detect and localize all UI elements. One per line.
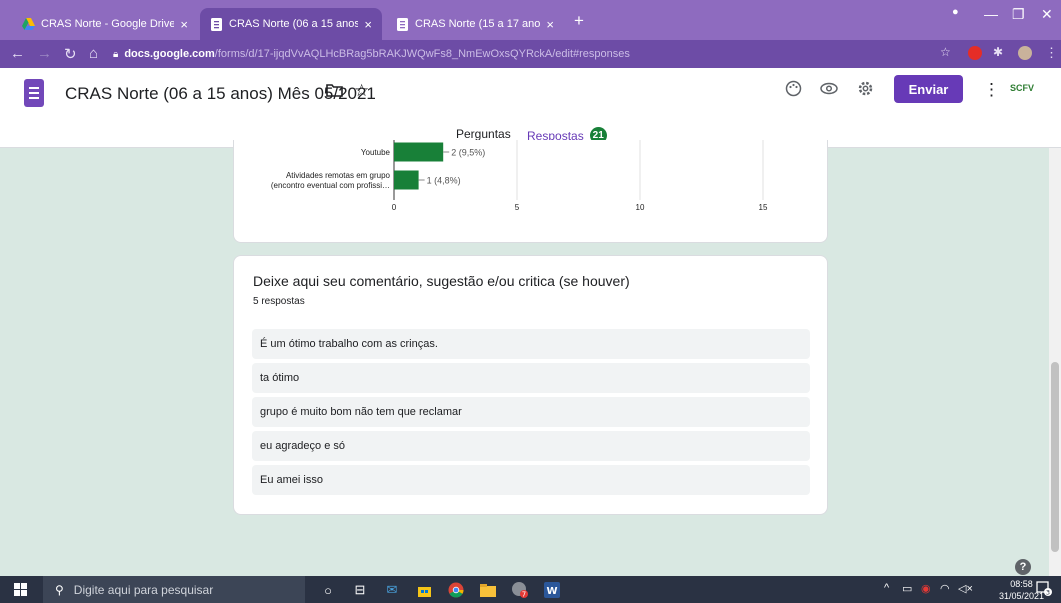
data-label: 1 (4,8%) [427,176,461,186]
address-bar: ← → ↻ ⌂ 🔒︎ docs.google.com /forms/d/17-i… [0,40,1061,68]
tab-cras-06-15[interactable]: CRAS Norte (06 a 15 anos) Mês 0 × [200,8,382,40]
category-label: Youtube [361,148,391,157]
extensions-puzzle-icon[interactable]: ✱ [993,45,1003,59]
response-item: Eu amei isso [252,465,810,495]
response-item: grupo é muito bom não tem que reclamar [252,397,810,427]
forms-header: CRAS Norte (06 a 15 anos) Mês 05/2021 ☆ … [0,68,1061,148]
new-tab-button[interactable]: + [574,11,584,31]
google-forms-icon [396,17,409,31]
send-button[interactable]: Enviar [894,75,963,103]
svg-text:3: 3 [1046,589,1050,597]
url-path: /forms/d/17-ijqdVvAQLHcBRag5bRAKJWQwFs8_… [214,48,630,60]
forward-icon: → [37,45,52,62]
close-icon[interactable]: × [180,17,188,32]
chrome-icon[interactable] [446,580,466,600]
more-options-icon[interactable]: ⋮ [983,80,1000,100]
taskbar-search-placeholder: Digite aqui para pesquisar [73,582,214,597]
mail-icon[interactable]: ✉ [382,580,402,600]
whatsapp-icon[interactable]: 7 [510,580,530,600]
profile-menu-icon[interactable]: ● [952,6,959,18]
x-tick-label: 0 [392,203,397,212]
chart-card: 2 (9,5%) Youtube 1 (4,8%) Atividades remota… [233,140,828,243]
tab-title: CRAS Norte (15 a 17 anos) Mês 0 [415,18,541,30]
page-scrollbar[interactable] [1049,148,1061,576]
response-item: ta ótimo [252,363,810,393]
google-drive-icon [22,18,35,31]
account-logo[interactable]: SCFV [1010,83,1034,93]
palette-icon[interactable] [785,80,802,102]
tab-perguntas[interactable]: Perguntas [456,127,511,141]
response-item: É um ótimo trabalho com as crinças. [252,329,810,359]
url-host: docs.google.com [124,48,215,60]
network-alert-icon[interactable]: ◉ [921,582,931,595]
help-icon[interactable]: ? [1015,559,1031,575]
preview-eye-icon[interactable] [820,80,838,102]
task-view-icon[interactable]: ⊟ [350,580,370,600]
restore-icon[interactable]: ❐ [1012,6,1025,23]
x-tick-label: 15 [759,203,768,212]
category-label: (encontro eventual com profissi… [271,181,390,190]
notification-center-icon[interactable]: 3 [1036,581,1052,600]
tab-title: CRAS Norte - Google Drive [41,18,175,30]
windows-taskbar: ⚲ Digite aqui para pesquisar ○ ⊟ ✉ 7 W ^… [0,576,1061,603]
data-label: 2 (9,5%) [451,148,485,158]
store-icon[interactable] [414,580,434,600]
windows-start-icon[interactable] [14,583,27,596]
cortana-icon[interactable]: ○ [318,580,338,600]
home-icon[interactable]: ⌂ [89,45,98,62]
profile-avatar-icon[interactable] [1018,46,1032,60]
svg-text:W: W [546,586,557,597]
tab-google-drive[interactable]: CRAS Norte - Google Drive × [12,8,198,40]
search-icon: ⚲ [55,582,64,597]
tab-cras-15-17[interactable]: CRAS Norte (15 a 17 anos) Mês 0 × [386,8,564,40]
google-forms-logo-icon[interactable] [24,79,44,107]
close-icon[interactable]: × [546,17,554,32]
bookmark-star-icon[interactable]: ☆ [940,45,951,59]
taskbar-search[interactable]: ⚲ Digite aqui para pesquisar [43,576,305,603]
show-hidden-icons[interactable]: ^ [884,582,889,594]
x-tick-label: 5 [515,203,520,212]
bar [394,142,444,162]
volume-muted-icon[interactable]: ◁× [958,582,973,595]
scroll-thumb[interactable] [1051,362,1059,552]
comment-question-card: Deixe aqui seu comentário, sugestão e/ou… [233,255,828,515]
wifi-icon[interactable]: ◠ [940,582,950,595]
word-icon[interactable]: W [542,580,562,600]
back-icon[interactable]: ← [10,45,25,62]
google-forms-icon [210,17,223,31]
battery-icon[interactable]: ▭ [902,582,912,595]
adblock-extension-icon[interactable] [968,46,982,60]
question-title: Deixe aqui seu comentário, sugestão e/ou… [253,273,630,289]
bar [394,170,419,190]
x-tick-label: 10 [636,203,645,212]
bar-chart: 2 (9,5%) Youtube 1 (4,8%) Atividades remota… [271,140,768,212]
minimize-icon[interactable]: — [984,6,998,22]
browser-menu-icon[interactable]: ⋮ [1045,45,1058,61]
svg-text:7: 7 [522,591,526,599]
window-close-icon[interactable]: ✕ [1041,6,1053,23]
settings-gear-icon[interactable] [857,80,874,102]
reload-icon[interactable]: ↻ [64,45,77,63]
folder-icon[interactable] [326,82,343,102]
lock-icon: 🔒︎ [113,48,119,60]
url-field[interactable]: 🔒︎ docs.google.com /forms/d/17-ijqdVvAQL… [113,43,933,65]
close-icon[interactable]: × [364,17,372,32]
star-icon[interactable]: ☆ [354,81,369,101]
file-explorer-icon[interactable] [478,580,498,600]
tab-title: CRAS Norte (06 a 15 anos) Mês 0 [229,18,359,30]
response-count: 5 respostas [253,296,305,307]
category-label: Atividades remotas em grupo [286,171,391,180]
response-item: eu agradeço e só [252,431,810,461]
